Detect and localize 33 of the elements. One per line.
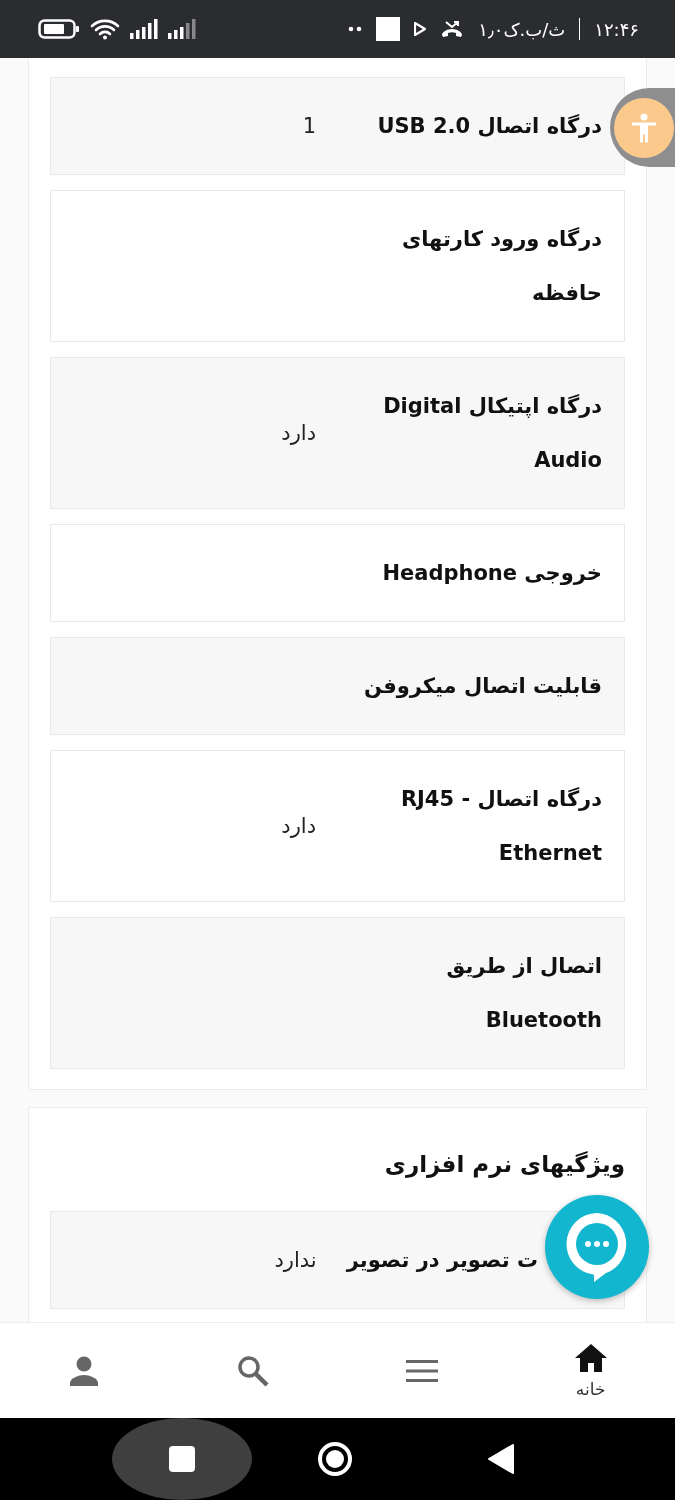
clock: ۱۲:۴۶ [594,18,639,40]
signal-icon [130,19,158,39]
spec-label: ت تصویر در تصویر [346,1247,538,1274]
spec-label: اتصال از طریق Bluetooth [445,953,602,1034]
spec-value: 1 [302,114,316,138]
spec-label: درگاه اتصال - RJ45 Ethernet [399,786,602,867]
accessibility-button[interactable] [614,97,674,158]
signal-icon [168,19,198,39]
spec-label: درگاه ورود کارتهای حافظه [400,226,602,307]
circle-icon [317,1441,353,1477]
accessibility-icon [630,112,658,143]
menu-icon [405,1359,438,1382]
spec-label: درگاه اپتیکال Digital Audio [382,393,602,474]
nav-tab[interactable]: خانه [506,1323,675,1418]
square-icon [169,1446,195,1472]
triangle-icon [488,1444,514,1474]
notification-dots-icon [348,26,363,32]
network-speed: ۱٫۰ک.ب/ث [478,18,566,40]
battery-icon [38,19,80,39]
spec-label: درگاه اتصال USB 2.0 [376,113,602,140]
spec-value: دارد [281,814,316,838]
spec-value: دارد [281,421,316,445]
spec-label: خروجی Headphone [381,560,602,587]
home-icon [573,1342,608,1373]
missed-call-icon [440,20,465,38]
section-title: ویژگیهای نرم افزاری [383,1150,625,1180]
wifi-icon [90,18,120,40]
search-icon [237,1354,270,1387]
spec-label: قابلیت اتصال میکروفن [363,673,602,700]
spec-value: ندارد [274,1248,317,1272]
square-icon [376,17,401,41]
play-icon [414,22,427,36]
person-icon [69,1355,100,1386]
